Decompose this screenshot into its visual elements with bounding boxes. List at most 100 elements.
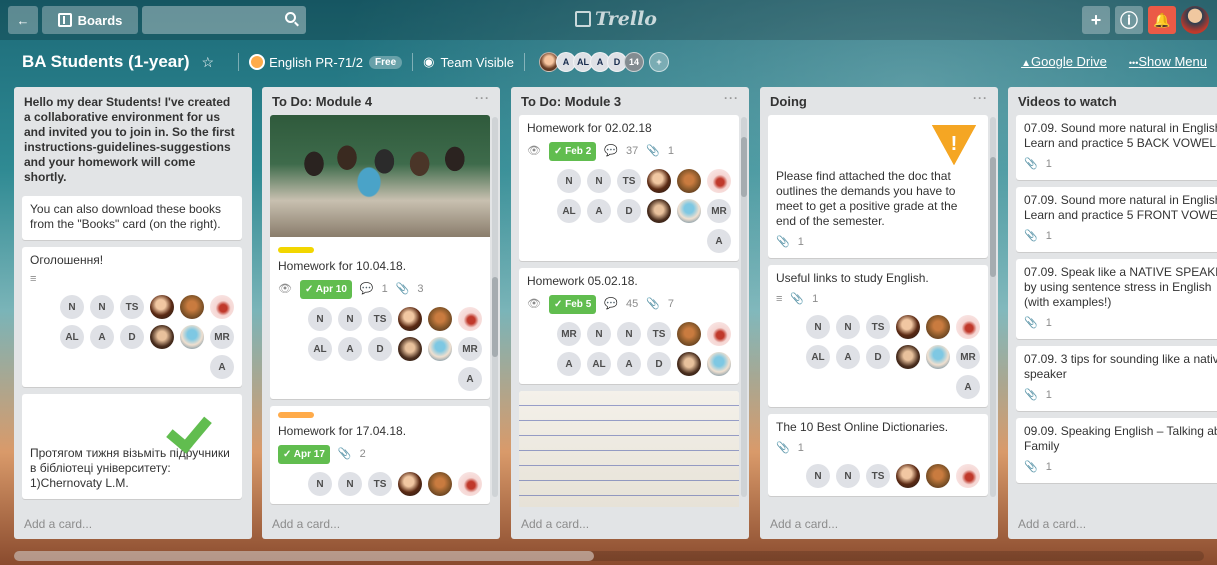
card[interactable]: Useful links to study English. ≡ 📎 1 N N… <box>768 265 988 407</box>
member-avatar[interactable]: N <box>587 169 611 193</box>
card[interactable]: Homework for 02.02.18 👁 ✓ Feb 2 💬 37 📎 1… <box>519 115 739 261</box>
member-avatar[interactable]: TS <box>866 315 890 339</box>
card[interactable]: The 10 Best Online Dictionaries. 📎 1 N N… <box>768 414 988 496</box>
notifications-button[interactable]: 🔔 <box>1148 6 1176 34</box>
card-label[interactable] <box>278 412 314 418</box>
board-title[interactable]: BA Students (1-year) <box>22 52 190 72</box>
member-avatar[interactable]: MR <box>956 345 980 369</box>
member-avatar[interactable]: N <box>836 315 860 339</box>
member-avatar[interactable] <box>677 169 701 193</box>
card[interactable]: 07.09. Sound more natural in English: Le… <box>1016 187 1217 252</box>
member-avatar[interactable] <box>707 169 731 193</box>
list-menu-icon[interactable]: ··· <box>475 91 490 105</box>
member-avatar[interactable]: A <box>458 367 482 391</box>
member-avatar[interactable]: A <box>617 352 641 376</box>
add-card-button[interactable]: Add a card... <box>521 517 589 531</box>
boards-button[interactable]: Boards <box>42 6 138 34</box>
member-avatar[interactable] <box>428 307 452 331</box>
member-avatar[interactable] <box>458 472 482 496</box>
member-avatar[interactable] <box>180 295 204 319</box>
member-avatar[interactable]: N <box>836 464 860 488</box>
list-scrollbar[interactable] <box>990 117 996 497</box>
member-avatar[interactable] <box>210 295 234 319</box>
member-avatar[interactable]: N <box>557 169 581 193</box>
member-avatar[interactable] <box>180 325 204 349</box>
member-avatar[interactable]: A <box>836 345 860 369</box>
member-avatar[interactable] <box>647 199 671 223</box>
card[interactable]: 07.09. Sound more natural in English: Le… <box>1016 115 1217 180</box>
member-avatar[interactable]: N <box>308 307 332 331</box>
trello-logo[interactable]: Trello <box>575 8 657 30</box>
card[interactable]: 09.09. Speaking English – Talking about … <box>1016 418 1217 483</box>
member-avatar[interactable]: A <box>90 325 114 349</box>
card[interactable]: Homework for 10.04.18. 👁 ✓ Apr 10 💬 1 📎 … <box>270 115 490 399</box>
member-avatar[interactable]: N <box>806 464 830 488</box>
member-avatar[interactable]: A <box>956 375 980 399</box>
team-name[interactable]: English PR-71/2 <box>269 55 363 70</box>
visibility-button[interactable]: ◉ Team Visible <box>423 54 514 70</box>
member-avatar[interactable]: AL <box>806 345 830 369</box>
member-avatar[interactable]: TS <box>368 472 392 496</box>
card[interactable]: Homework 05.02.18. 👁 ✓ Feb 5 💬 45 📎 7 MR… <box>519 268 739 384</box>
member-avatar[interactable] <box>150 295 174 319</box>
member-avatar[interactable]: D <box>368 337 392 361</box>
member-avatar[interactable] <box>428 337 452 361</box>
member-avatar[interactable] <box>398 307 422 331</box>
member-avatar[interactable] <box>896 464 920 488</box>
member-avatar[interactable]: AL <box>587 352 611 376</box>
member-avatar[interactable] <box>428 472 452 496</box>
due-date-badge[interactable]: ✓ Apr 17 <box>278 445 330 464</box>
member-avatar[interactable]: TS <box>368 307 392 331</box>
member-avatar[interactable]: N <box>308 472 332 496</box>
member-avatar[interactable]: TS <box>647 322 671 346</box>
member-avatar[interactable]: TS <box>866 464 890 488</box>
search-input[interactable] <box>142 6 306 34</box>
member-avatar[interactable]: D <box>617 199 641 223</box>
list-title-note[interactable]: Hello my dear Students! I've created a c… <box>22 93 242 189</box>
member-avatar[interactable]: D <box>120 325 144 349</box>
list-scrollbar[interactable] <box>741 117 747 497</box>
member-avatar[interactable]: TS <box>120 295 144 319</box>
member-avatar[interactable] <box>926 315 950 339</box>
member-avatar[interactable] <box>926 464 950 488</box>
member-avatar[interactable]: TS <box>617 169 641 193</box>
add-card-button[interactable]: Add a card... <box>272 517 340 531</box>
info-button[interactable]: ⓘ <box>1115 6 1143 34</box>
card[interactable]: Homework for 17.04.18. ✓ Apr 17 📎 2 N N … <box>270 406 490 504</box>
member-avatar[interactable]: AL <box>60 325 84 349</box>
member-avatar[interactable] <box>398 337 422 361</box>
card[interactable]: 07.09. Speak like a NATIVE SPEAKER by us… <box>1016 259 1217 339</box>
member-avatar[interactable]: N <box>806 315 830 339</box>
member-avatar[interactable]: AL <box>557 199 581 223</box>
member-avatar[interactable]: N <box>587 322 611 346</box>
member-avatar[interactable]: A <box>557 352 581 376</box>
member-avatar[interactable]: MR <box>557 322 581 346</box>
member-avatar[interactable] <box>150 325 174 349</box>
add-card-button[interactable]: Add a card... <box>24 517 92 531</box>
member-avatar[interactable]: A <box>707 229 731 253</box>
user-avatar[interactable] <box>1181 6 1209 34</box>
member-avatar[interactable]: AL <box>308 337 332 361</box>
list-header[interactable]: To Do: Module 4 ··· <box>262 87 500 115</box>
member-avatar[interactable] <box>677 352 701 376</box>
list-scrollbar-thumb[interactable] <box>741 137 747 197</box>
board-scrollbar-thumb[interactable] <box>14 551 594 561</box>
card[interactable]: Please find attached the doc that outlin… <box>768 115 988 258</box>
add-card-button[interactable]: Add a card... <box>1018 517 1086 531</box>
member-avatar[interactable]: MR <box>210 325 234 349</box>
card-label[interactable] <box>278 247 314 253</box>
member-avatar[interactable]: MR <box>707 199 731 223</box>
list-header[interactable]: Doing ··· <box>760 87 998 115</box>
member-avatar[interactable]: N <box>617 322 641 346</box>
member-avatar[interactable]: N <box>338 472 362 496</box>
due-date-badge[interactable]: ✓ Feb 5 <box>548 295 597 314</box>
show-menu-link[interactable]: Show Menu <box>1129 54 1207 69</box>
member-avatar[interactable] <box>707 322 731 346</box>
member-avatar[interactable] <box>398 472 422 496</box>
member-avatar[interactable] <box>956 464 980 488</box>
card[interactable] <box>519 391 739 507</box>
member-avatar[interactable] <box>677 322 701 346</box>
member-avatar[interactable]: A <box>338 337 362 361</box>
member-avatar[interactable]: N <box>90 295 114 319</box>
member-avatar[interactable]: N <box>338 307 362 331</box>
